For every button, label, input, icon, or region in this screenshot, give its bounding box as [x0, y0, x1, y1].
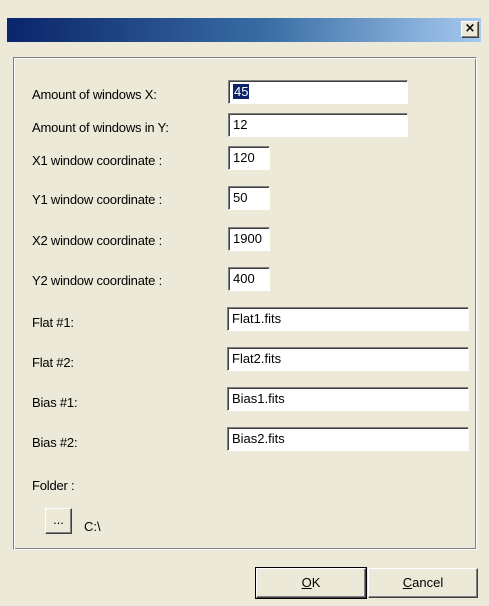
- bias1-label: Bias #1:: [32, 395, 78, 410]
- cancel-mnemonic: C: [402, 575, 413, 590]
- y1-coordinate-input[interactable]: 50: [228, 186, 270, 210]
- windows-x-value: 45: [233, 84, 250, 99]
- bias2-label: Bias #2:: [32, 435, 78, 450]
- folder-path: C:\: [84, 519, 101, 534]
- cancel-button[interactable]: Cancel: [368, 568, 478, 598]
- windows-x-label: Amount of windows X:: [32, 87, 157, 102]
- close-button[interactable]: ×: [461, 21, 479, 38]
- y1-coordinate-label: Y1 window coordinate :: [32, 192, 163, 207]
- close-icon: ×: [464, 21, 476, 36]
- flat1-input[interactable]: Flat1.fits: [227, 307, 469, 331]
- y2-coordinate-label: Y2 window coordinate :: [32, 273, 163, 288]
- x2-coordinate-label: X2 window coordinate :: [32, 233, 163, 248]
- windows-x-input[interactable]: 45: [228, 80, 408, 104]
- cancel-label-rest: ancel: [412, 575, 444, 590]
- x1-coordinate-input[interactable]: 120: [228, 146, 270, 170]
- flat2-label: Flat #2:: [32, 355, 74, 370]
- ok-label-rest: K: [311, 575, 321, 590]
- bias1-input[interactable]: Bias1.fits: [227, 387, 469, 411]
- ok-mnemonic: O: [301, 575, 312, 590]
- browse-folder-button[interactable]: ...: [45, 508, 72, 534]
- windows-y-label: Amount of windows in Y:: [32, 120, 169, 135]
- windows-y-input[interactable]: 12: [228, 113, 408, 137]
- folder-label: Folder :: [32, 478, 75, 493]
- title-bar: ×: [7, 18, 481, 42]
- ok-button[interactable]: OK: [255, 567, 367, 599]
- settings-dialog: × Amount of windows X: 45 Amount of wind…: [0, 0, 489, 606]
- bias2-input[interactable]: Bias2.fits: [227, 427, 469, 451]
- flat1-label: Flat #1:: [32, 315, 74, 330]
- x2-coordinate-input[interactable]: 1900: [228, 227, 270, 251]
- flat2-input[interactable]: Flat2.fits: [227, 347, 469, 371]
- x1-coordinate-label: X1 window coordinate :: [32, 153, 163, 168]
- y2-coordinate-input[interactable]: 400: [228, 267, 270, 291]
